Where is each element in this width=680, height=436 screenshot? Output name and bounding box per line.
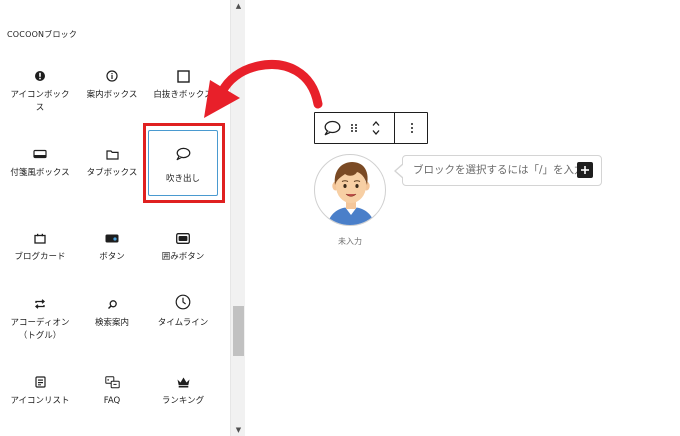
block-item-info-box[interactable]: 案内ボックス xyxy=(77,62,147,128)
list-icon xyxy=(6,375,74,389)
block-type-button[interactable] xyxy=(319,113,345,143)
block-item-label: 白抜きボックス xyxy=(153,90,213,100)
add-block-button[interactable] xyxy=(577,162,593,178)
faq-icon xyxy=(78,375,146,389)
info-circle-icon xyxy=(78,69,146,83)
person-avatar-icon xyxy=(327,162,375,225)
block-options-button[interactable] xyxy=(399,113,425,143)
block-item-label: タブボックス xyxy=(86,168,138,178)
block-item-search-guide[interactable]: 検索案内 xyxy=(77,290,147,356)
block-item-framed-button[interactable]: 囲みボタン xyxy=(148,224,218,290)
block-toolbar xyxy=(314,112,428,144)
toolbar-separator xyxy=(394,113,395,143)
block-item-label: アイコンボックス xyxy=(10,90,70,113)
button-icon xyxy=(78,231,146,245)
card-icon xyxy=(6,231,74,245)
speech-bubble-icon xyxy=(149,147,217,161)
up-down-chevron-icon xyxy=(372,121,380,135)
block-item-timeline[interactable]: タイムライン xyxy=(148,290,218,356)
plus-icon xyxy=(581,166,589,174)
block-item-label: アイコンリスト xyxy=(10,396,70,406)
block-item-label: ランキング xyxy=(161,396,205,406)
block-item-label: FAQ xyxy=(103,396,121,406)
block-item-label: 案内ボックス xyxy=(86,90,138,100)
scrollbar-thumb[interactable] xyxy=(233,306,244,356)
block-item-accordion[interactable]: アコーディオン（トグル） xyxy=(5,290,75,356)
balloon-placeholder: ブロックを選択するには「/」を入力 xyxy=(413,164,581,176)
block-item-label: 囲みボタン xyxy=(161,252,205,262)
block-inserter-panel: COCOONブロック アイコンボックス 案内ボックス 白抜きボックス 付箋風ボッ… xyxy=(0,0,230,436)
block-item-tab-box[interactable]: タブボックス xyxy=(77,140,147,206)
search-icon xyxy=(78,297,146,311)
scroll-down-arrow-icon[interactable]: ▼ xyxy=(231,424,246,436)
block-item-label: アコーディオン（トグル） xyxy=(10,318,70,341)
speaker-avatar[interactable] xyxy=(314,154,386,226)
scrollbar[interactable]: ▲ ▼ xyxy=(230,0,245,436)
speech-balloon-field[interactable]: ブロックを選択するには「/」を入力 xyxy=(402,155,602,186)
crown-icon xyxy=(149,375,217,389)
scroll-up-arrow-icon[interactable]: ▲ xyxy=(231,0,246,12)
block-item-blog-card[interactable]: ブログカード xyxy=(5,224,75,290)
block-item-sticky-box[interactable]: 付箋風ボックス xyxy=(5,140,75,206)
more-vertical-icon xyxy=(411,123,413,133)
block-item-label: 付箋風ボックス xyxy=(10,168,70,178)
block-item-icon-list[interactable]: アイコンリスト xyxy=(5,368,75,434)
block-item-speech-balloon[interactable]: 吹き出し xyxy=(148,130,218,196)
section-title: COCOONブロック xyxy=(7,30,78,39)
square-outline-icon xyxy=(149,69,217,83)
block-item-label: 吹き出し xyxy=(165,174,200,184)
block-item-label: ブログカード xyxy=(14,252,66,262)
block-item-label: 検索案内 xyxy=(94,318,129,328)
drag-handle-button[interactable] xyxy=(346,113,362,143)
toggle-icon xyxy=(6,297,74,311)
block-item-ranking[interactable]: ランキング xyxy=(148,368,218,434)
block-item-faq[interactable]: FAQ xyxy=(77,368,147,434)
block-item-button[interactable]: ボタン xyxy=(77,224,147,290)
speech-bubble-icon xyxy=(324,120,341,136)
alert-circle-icon xyxy=(6,69,74,83)
folder-icon xyxy=(78,147,146,161)
drag-handle-icon xyxy=(351,124,357,132)
sticky-note-icon xyxy=(6,147,74,161)
framed-button-icon xyxy=(149,231,217,245)
block-item-label: タイムライン xyxy=(157,318,209,328)
block-item-label: ボタン xyxy=(99,252,125,262)
block-item-outline-box[interactable]: 白抜きボックス xyxy=(148,62,218,128)
block-item-icon-box[interactable]: アイコンボックス xyxy=(5,62,75,128)
move-up-down-button[interactable] xyxy=(365,113,387,143)
clock-icon xyxy=(149,293,217,311)
avatar-name-caption: 未入力 xyxy=(338,237,362,246)
balloon-tail-fill xyxy=(396,164,404,178)
